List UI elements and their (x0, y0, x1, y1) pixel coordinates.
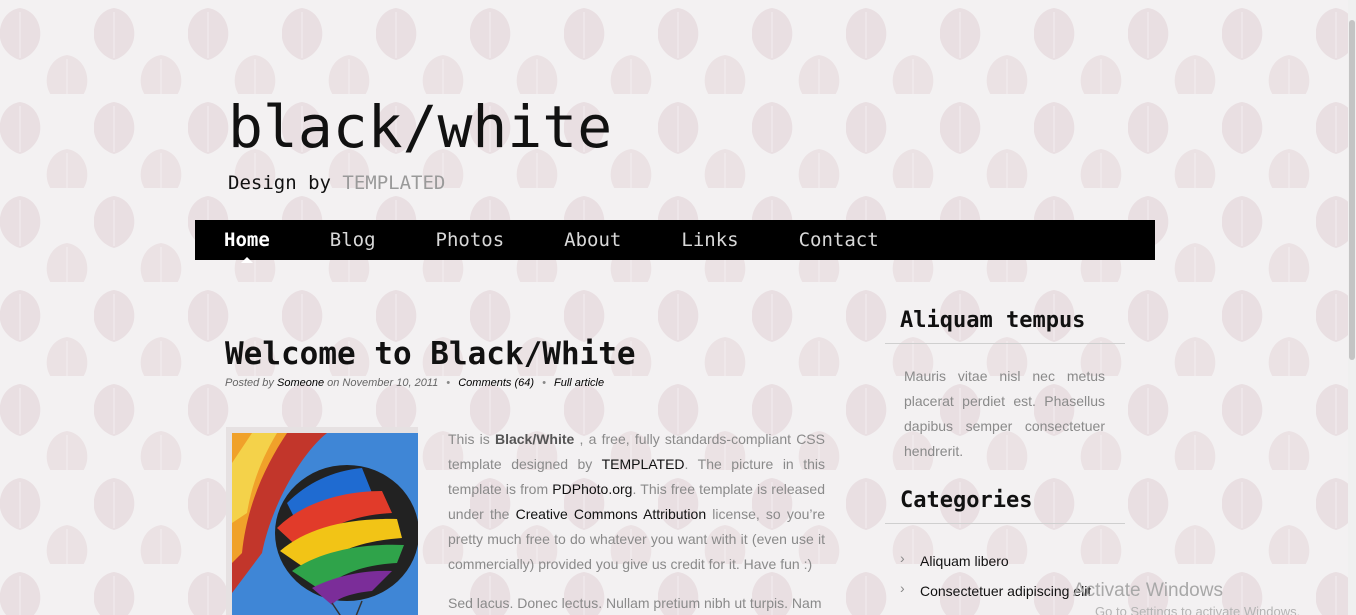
nav-home[interactable]: Home (224, 229, 270, 263)
category-item[interactable]: Aliquam libero (900, 543, 1125, 576)
pdphoto-link[interactable]: PDPhoto.org (552, 481, 632, 497)
meta-comments-link[interactable]: Comments (64) (458, 377, 534, 389)
post-meta: Posted by Someone on November 10, 2011 •… (225, 377, 825, 389)
nav-about[interactable]: About (564, 229, 621, 251)
scrollbar-thumb[interactable] (1349, 20, 1355, 360)
post-image-balloon (226, 427, 418, 615)
activate-windows-title: Activate Windows (1073, 580, 1223, 601)
post-paragraph-2: Sed lacus. Donec lectus. Nullam pretium … (448, 595, 822, 611)
meta-author-link[interactable]: Someone (277, 377, 324, 389)
post-paragraph-1: This is Black/White , a free, fully stan… (448, 427, 825, 577)
balloon-photo (232, 433, 418, 615)
subtitle-prefix: Design by (228, 172, 331, 194)
sidebar-heading-aliquam: Aliquam tempus (885, 308, 1125, 344)
post-body: This is Black/White , a free, fully stan… (448, 427, 825, 615)
site-logo[interactable]: black/white Design by TEMPLATED (228, 92, 612, 194)
text-span: This is (448, 431, 495, 447)
post: Welcome to Black/White Posted by Someone… (225, 335, 825, 615)
nav-photos[interactable]: Photos (436, 229, 505, 251)
template-name: Black/White (494, 431, 575, 447)
meta-posted-by: Posted by (225, 377, 274, 389)
sidebar-text: Mauris vitae nisl nec metus placerat per… (904, 368, 1105, 459)
templated-link[interactable]: TEMPLATED (602, 456, 685, 472)
nav-links[interactable]: Links (681, 229, 738, 251)
site-subtitle: Design by TEMPLATED (228, 172, 612, 194)
activate-windows-subtitle: Go to Settings to activate Windows. (1095, 604, 1301, 615)
meta-separator: • (542, 377, 546, 389)
page: black/white Design by TEMPLATED Home Blo… (0, 0, 1356, 615)
main-navigation: Home Blog Photos About Links Contact (195, 220, 1155, 263)
sidebar-heading-categories: Categories (885, 488, 1125, 524)
post-title[interactable]: Welcome to Black/White (225, 335, 825, 373)
subtitle-brand-link[interactable]: TEMPLATED (342, 172, 445, 194)
vertical-scrollbar[interactable] (1348, 0, 1356, 615)
meta-separator: • (446, 377, 451, 389)
site-title[interactable]: black/white (228, 92, 612, 162)
nav-contact[interactable]: Contact (799, 229, 879, 251)
license-link[interactable]: Creative Commons Attribution (516, 506, 707, 522)
sidebar: Aliquam tempus Mauris vitae nisl nec met… (885, 308, 1125, 606)
meta-full-article-link[interactable]: Full article (554, 377, 604, 389)
meta-date: on November 10, 2011 (327, 377, 439, 389)
nav-blog[interactable]: Blog (330, 229, 376, 251)
